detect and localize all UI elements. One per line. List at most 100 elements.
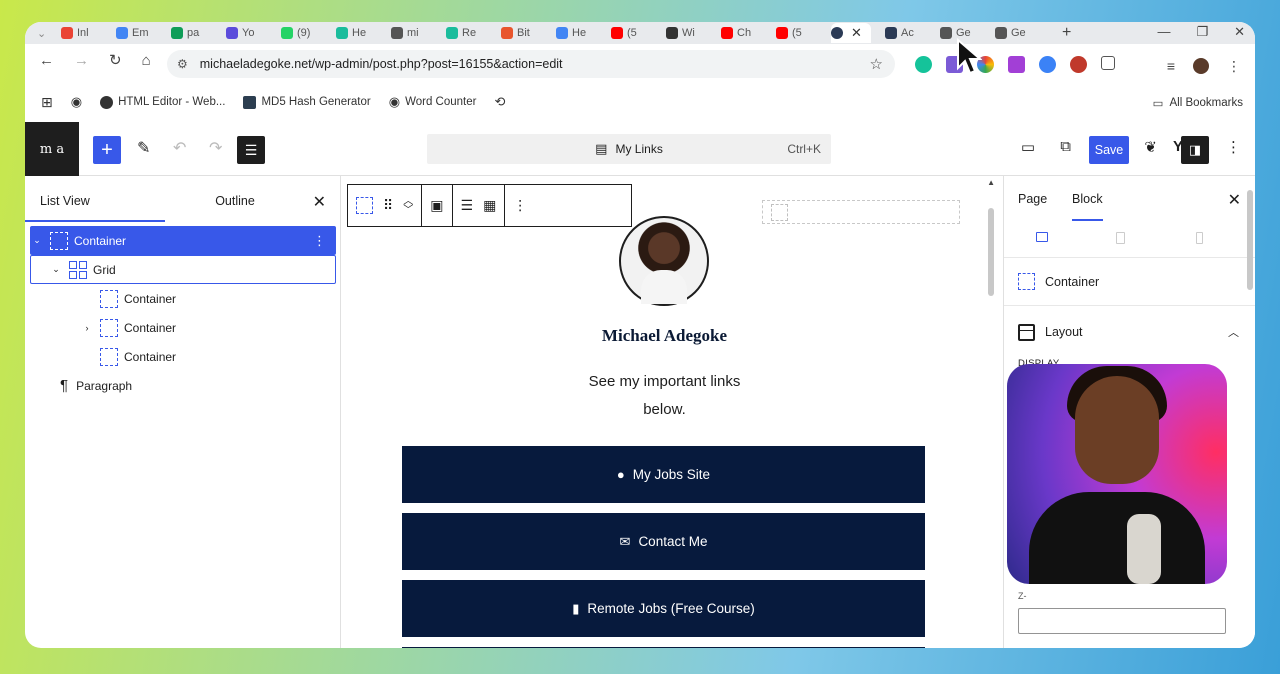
browser-tab[interactable]: mi: [391, 23, 446, 43]
tree-row-container-child[interactable]: › Container: [30, 313, 336, 342]
link-button-jobs[interactable]: ● My Jobs Site: [402, 446, 925, 503]
empty-container-placeholder[interactable]: [762, 200, 960, 224]
link-button-contact[interactable]: ✉ Contact Me: [402, 513, 925, 570]
link-button-next[interactable]: [402, 647, 925, 648]
bookmark-md5[interactable]: MD5 Hash Generator: [243, 95, 371, 109]
browser-tab[interactable]: Yo: [226, 23, 281, 43]
settings-toggle-button[interactable]: ◨: [1181, 136, 1209, 164]
full-width-icon[interactable]: ▣: [430, 197, 443, 214]
redo-icon[interactable]: ↷: [209, 138, 222, 158]
back-icon[interactable]: ←: [39, 52, 54, 69]
save-button[interactable]: Save: [1089, 136, 1129, 164]
address-bar[interactable]: ⚙ michaeladegoke.net/wp-admin/post.php?p…: [167, 50, 895, 78]
tab-block[interactable]: Block: [1072, 192, 1103, 221]
bookmark-star-icon[interactable]: ☆: [870, 55, 883, 73]
profile-avatar[interactable]: [1193, 58, 1209, 74]
browser-tab[interactable]: Re: [446, 23, 501, 43]
browser-tab[interactable]: He: [556, 23, 611, 43]
tablet-icon[interactable]: [1116, 232, 1125, 244]
sidebar-scrollbar[interactable]: [1247, 190, 1253, 290]
collapse-icon[interactable]: ⌄: [49, 264, 63, 275]
tab-page[interactable]: Page: [1018, 192, 1047, 206]
browser-tab[interactable]: Wi: [666, 23, 721, 43]
globe-icon[interactable]: ◉: [71, 94, 82, 110]
tree-row-container[interactable]: ⌄ Container ⋮: [30, 226, 336, 255]
scroll-down-arrow[interactable]: ▼: [987, 646, 995, 648]
block-type-icon[interactable]: [356, 197, 373, 214]
browser-tab[interactable]: Ch: [721, 23, 776, 43]
all-bookmarks[interactable]: ▭ All Bookmarks: [1153, 96, 1243, 110]
minimize-icon[interactable]: —: [1157, 24, 1170, 40]
browser-menu-icon[interactable]: ⋮: [1227, 58, 1241, 75]
layout-panel-header[interactable]: Layout ︿: [1004, 306, 1255, 358]
profile-photo[interactable]: [619, 216, 709, 306]
site-info-icon[interactable]: ⚙: [177, 57, 188, 71]
desktop-icon[interactable]: [1036, 232, 1048, 242]
options-menu-icon[interactable]: ⋮: [1226, 138, 1241, 156]
link-button-course[interactable]: ▮ Remote Jobs (Free Course): [402, 580, 925, 637]
browser-tab[interactable]: (5: [611, 23, 666, 43]
tree-row-grid[interactable]: ⌄ Grid: [30, 255, 336, 284]
browser-tab[interactable]: Ac: [885, 23, 940, 43]
restore-icon[interactable]: ❐: [1196, 24, 1208, 40]
browser-tab[interactable]: pa: [171, 23, 226, 43]
z-index-input[interactable]: [1018, 608, 1226, 634]
tree-row-paragraph[interactable]: ¶ Paragraph: [30, 371, 336, 400]
grammarly-extension-icon[interactable]: [915, 56, 932, 73]
pencil-tools-icon[interactable]: ✎: [137, 138, 150, 158]
browser-tab[interactable]: He: [336, 23, 391, 43]
row-options-icon[interactable]: ⋮: [313, 233, 326, 249]
forward-icon[interactable]: →: [74, 52, 89, 69]
command-palette-bar[interactable]: ▤ My Links Ctrl+K: [427, 134, 831, 164]
undo-icon[interactable]: ↶: [173, 138, 186, 158]
plugin-feather-icon[interactable]: ❦: [1144, 138, 1157, 156]
bookmark-word-counter[interactable]: ◉ Word Counter: [389, 94, 477, 110]
s-extension-icon[interactable]: [1008, 56, 1025, 73]
bookmark-html-editor[interactable]: HTML Editor - Web...: [100, 95, 225, 109]
canvas-scrollbar[interactable]: [988, 208, 994, 296]
view-post-icon[interactable]: ⧉: [1060, 138, 1071, 155]
tree-row-container-child[interactable]: Container: [30, 342, 336, 371]
k-extension-icon[interactable]: [1070, 56, 1087, 73]
tree-row-container-child[interactable]: Container: [30, 284, 336, 313]
close-list-view-icon[interactable]: ✕: [313, 192, 326, 212]
close-window-icon[interactable]: ✕: [1234, 24, 1245, 40]
browser-tab[interactable]: Bit: [501, 23, 556, 43]
more-options-icon[interactable]: ⋮: [513, 197, 527, 214]
close-tab-icon[interactable]: ✕: [851, 25, 862, 41]
document-overview-button[interactable]: ☰: [237, 136, 265, 164]
chevron-up-icon[interactable]: ︿: [1228, 324, 1239, 340]
home-icon[interactable]: ⌂: [142, 52, 151, 69]
tab-outline[interactable]: Outline: [165, 176, 305, 222]
puzzle-extensions-icon[interactable]: [1101, 56, 1115, 70]
preview-device-icon[interactable]: ▭: [1021, 138, 1035, 156]
browser-tab[interactable]: Ge: [995, 23, 1050, 43]
browser-tab[interactable]: ⌄: [37, 23, 61, 43]
scroll-up-arrow[interactable]: ▲: [987, 178, 995, 187]
reload-icon[interactable]: ↻: [109, 51, 122, 69]
new-tab-button[interactable]: +: [1062, 24, 1071, 42]
drag-handle-icon[interactable]: ⠿: [383, 197, 393, 214]
browser-tab[interactable]: Em: [116, 23, 171, 43]
browser-tab[interactable]: Inl: [61, 23, 116, 43]
browser-tab[interactable]: (5: [776, 23, 831, 43]
tab-list-view[interactable]: List View: [25, 176, 165, 222]
apps-grid-icon[interactable]: ⊞: [41, 94, 53, 111]
profile-name[interactable]: Michael Adegoke: [342, 326, 987, 346]
url-text[interactable]: michaeladegoke.net/wp-admin/post.php?pos…: [200, 57, 563, 71]
history-icon[interactable]: ⟲: [494, 94, 505, 110]
browser-tab-active[interactable]: ✕: [831, 23, 871, 43]
justify-icon[interactable]: ☰: [461, 197, 474, 214]
browser-tab[interactable]: (9): [281, 23, 336, 43]
grid-settings-icon[interactable]: ▦: [483, 197, 496, 214]
reading-list-icon[interactable]: ≡: [1167, 58, 1175, 75]
profile-tagline[interactable]: See my important links below.: [577, 368, 752, 424]
blue-extension-icon[interactable]: [1039, 56, 1056, 73]
mobile-icon[interactable]: [1196, 232, 1203, 244]
close-sidebar-icon[interactable]: ✕: [1228, 190, 1241, 210]
collapse-icon[interactable]: ⌄: [30, 235, 44, 246]
move-up-down-icon[interactable]: ︿ ﹀: [403, 196, 413, 215]
site-logo[interactable]: m a: [25, 122, 79, 176]
expand-icon[interactable]: ›: [80, 323, 94, 333]
block-inserter-button[interactable]: +: [93, 136, 121, 164]
